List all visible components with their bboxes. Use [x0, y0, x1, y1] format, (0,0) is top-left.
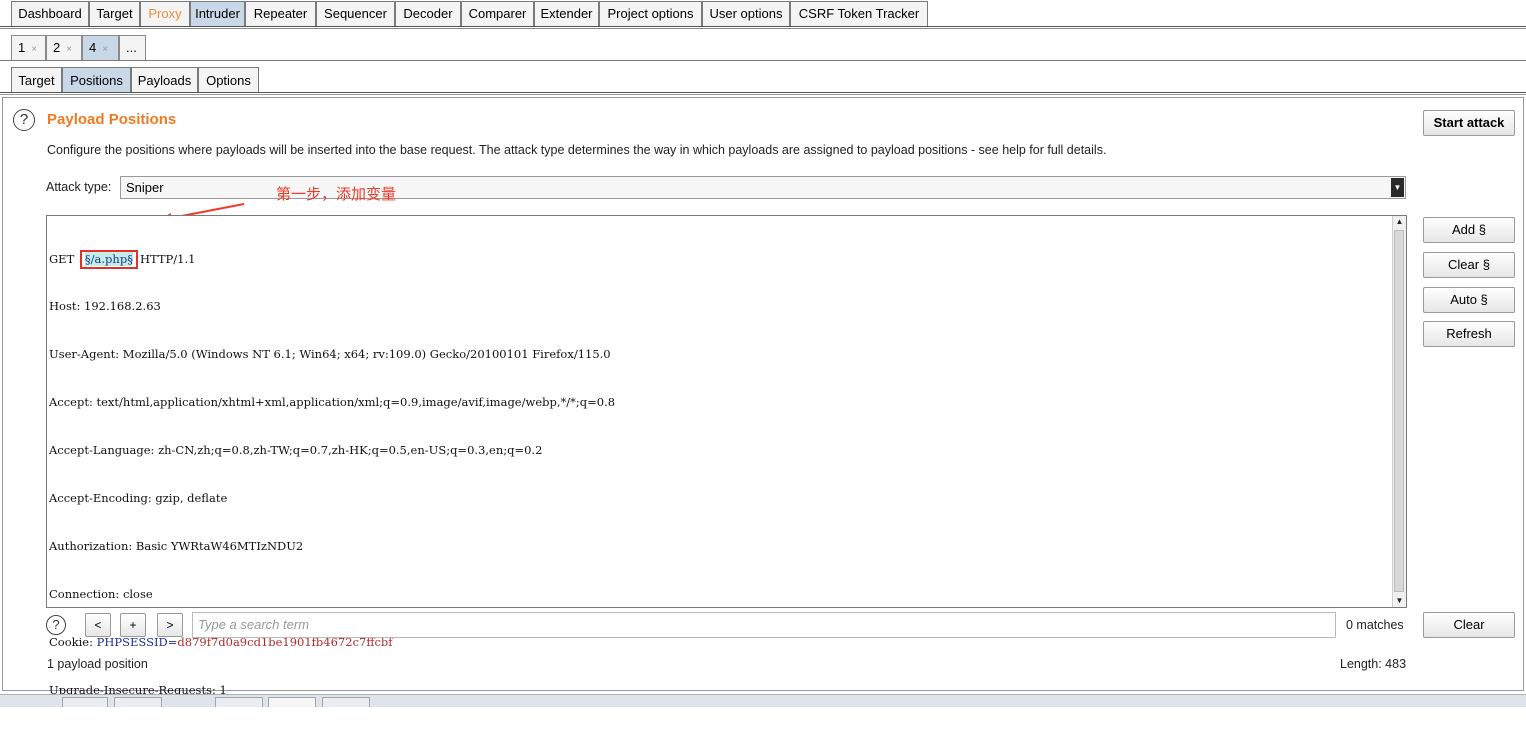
subtabs-divider	[0, 92, 1526, 93]
attack-tab-1[interactable]: 1 ×	[11, 35, 46, 60]
tab-comparer[interactable]: Comparer	[461, 1, 534, 26]
request-line-authorization: Authorization: Basic YWRtaW46MTIzNDU2	[49, 539, 304, 553]
refresh-button[interactable]: Refresh	[1423, 321, 1515, 347]
cookie-header: Cookie:	[49, 635, 97, 649]
close-icon[interactable]: ×	[31, 44, 37, 55]
payload-marker[interactable]: §/a.php§	[84, 252, 133, 266]
tab-dashboard[interactable]: Dashboard	[11, 1, 89, 26]
attack-tab-more[interactable]: ...	[119, 35, 146, 60]
request-line-connection: Connection: close	[49, 587, 153, 601]
scroll-down-icon[interactable]: ▼	[1393, 595, 1406, 607]
search-next-button[interactable]: >	[157, 613, 183, 637]
tab-csrf-token-tracker[interactable]: CSRF Token Tracker	[790, 1, 928, 26]
scroll-up-icon[interactable]: ▲	[1393, 216, 1406, 228]
cookie-equals: =	[167, 635, 178, 649]
editor-scrollbar[interactable]: ▲ ▼	[1392, 216, 1406, 607]
auto-markers-button[interactable]: Auto §	[1423, 287, 1515, 313]
search-input[interactable]: Type a search term	[192, 612, 1336, 638]
subtab-target[interactable]: Target	[11, 67, 62, 93]
request-line-1: GET §/a.php§ HTTP/1.1	[49, 250, 615, 269]
match-count: 0 matches	[1346, 618, 1404, 632]
request-line-user-agent: User-Agent: Mozilla/5.0 (Windows NT 6.1;…	[49, 347, 611, 361]
attack-tabs-divider	[0, 60, 1526, 61]
subtabs-divider-shadow	[0, 94, 1526, 95]
tab-proxy[interactable]: Proxy	[140, 1, 190, 26]
tab-extender[interactable]: Extender	[534, 1, 599, 26]
attack-type-label: Attack type:	[46, 180, 112, 194]
tab-repeater[interactable]: Repeater	[245, 1, 316, 26]
request-method: GET	[49, 252, 78, 266]
section-title: Payload Positions	[47, 111, 177, 128]
search-prev-button[interactable]: <	[85, 613, 111, 637]
payload-position-count: 1 payload position	[47, 657, 148, 671]
tab-user-options[interactable]: User options	[702, 1, 790, 26]
request-text[interactable]: GET §/a.php§ HTTP/1.1 Host: 192.168.2.63 …	[49, 218, 615, 730]
request-line-host: Host: 192.168.2.63	[49, 299, 161, 313]
tab-bar-divider-shadow	[0, 28, 1526, 29]
attack-tab-label: 2	[53, 40, 61, 55]
tab-intruder[interactable]: Intruder	[190, 1, 245, 26]
attack-tab-label: 4	[89, 40, 97, 55]
scrollbar-thumb[interactable]	[1394, 230, 1404, 592]
payload-position-box: §/a.php§	[79, 250, 138, 269]
tab-decoder[interactable]: Decoder	[395, 1, 461, 26]
chevron-down-icon[interactable]: ▼	[1391, 178, 1404, 197]
annotation-text: 第一步，添加变量	[276, 186, 397, 203]
main-tab-bar: Dashboard Target Proxy Intruder Repeater…	[0, 0, 1526, 29]
attack-type-value: Sniper	[126, 180, 164, 195]
tab-sequencer[interactable]: Sequencer	[316, 1, 395, 26]
clear-search-button[interactable]: Clear	[1423, 612, 1515, 638]
attack-tab-4[interactable]: 4 ×	[82, 35, 119, 60]
close-icon[interactable]: ×	[66, 44, 72, 55]
add-marker-button[interactable]: Add §	[1423, 217, 1515, 243]
search-add-button[interactable]: +	[120, 613, 146, 637]
clear-markers-button[interactable]: Clear §	[1423, 252, 1515, 278]
section-description: Configure the positions where payloads w…	[47, 143, 1107, 157]
request-line-accept-encoding: Accept-Encoding: gzip, deflate	[49, 491, 228, 505]
search-help-icon[interactable]: ?	[46, 615, 66, 635]
request-line-accept: Accept: text/html,application/xhtml+xml,…	[49, 395, 616, 409]
request-line-accept-language: Accept-Language: zh-CN,zh;q=0.8,zh-TW;q=…	[49, 443, 543, 457]
tab-bar-divider	[0, 26, 1526, 27]
subtab-positions[interactable]: Positions	[62, 67, 131, 93]
tab-target[interactable]: Target	[89, 1, 140, 26]
attack-tab-label: ...	[126, 40, 137, 55]
help-icon[interactable]: ?	[13, 109, 35, 131]
cookie-name: PHPSESSID	[96, 635, 168, 649]
attack-tab-label: 1	[18, 40, 26, 55]
tab-project-options[interactable]: Project options	[599, 1, 702, 26]
request-length: Length: 483	[1340, 657, 1407, 671]
start-attack-button[interactable]: Start attack	[1423, 110, 1515, 136]
subtab-payloads[interactable]: Payloads	[131, 67, 198, 93]
subtab-options[interactable]: Options	[198, 67, 259, 93]
request-editor[interactable]: GET §/a.php§ HTTP/1.1 Host: 192.168.2.63 …	[46, 215, 1407, 697]
attack-tab-2[interactable]: 2 ×	[46, 35, 82, 60]
os-taskbar	[0, 694, 1526, 707]
close-icon[interactable]: ×	[102, 44, 108, 55]
request-protocol: HTTP/1.1	[139, 252, 196, 266]
